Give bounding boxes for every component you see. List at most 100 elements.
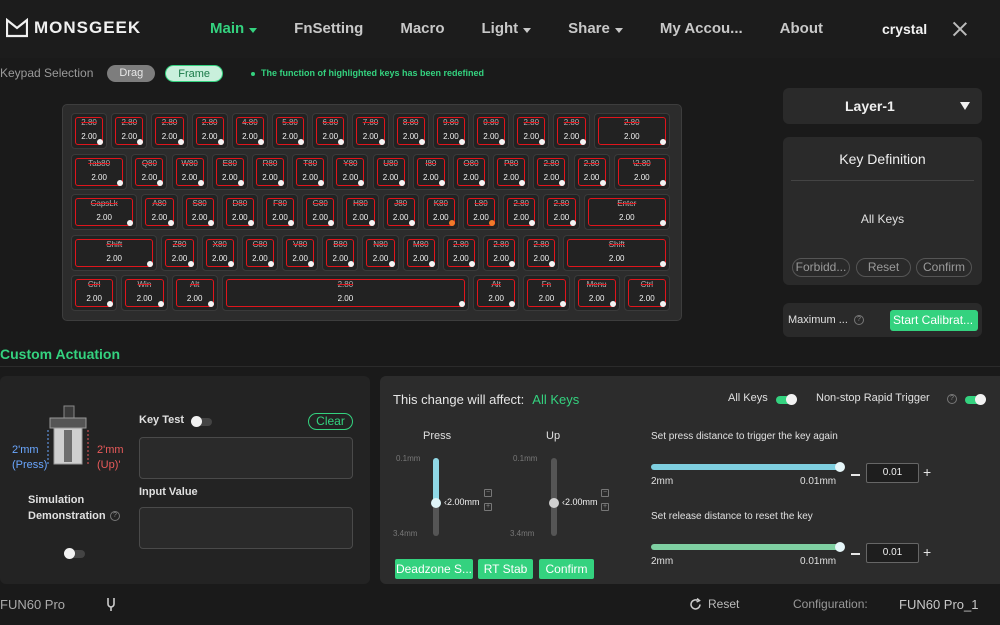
key[interactable]: 2.80 2.00: [553, 113, 590, 149]
close-icon[interactable]: [951, 20, 969, 38]
nav-item-5[interactable]: My Accou...: [660, 0, 743, 58]
actuation-confirm-button[interactable]: Confirm: [539, 559, 594, 579]
step-down-icon[interactable]: +: [601, 503, 609, 511]
key[interactable]: 2.80 2.00: [593, 113, 670, 149]
key[interactable]: 2.80 2.00: [221, 275, 469, 311]
key[interactable]: A80 2.00: [141, 194, 178, 230]
nav-item-1[interactable]: FnSetting: [294, 0, 363, 58]
key[interactable]: X80 2.00: [201, 234, 238, 271]
key[interactable]: Y80 2.00: [332, 153, 369, 190]
release-reset-input[interactable]: 0.01: [866, 543, 919, 563]
key[interactable]: 2.80 2.00: [533, 153, 570, 190]
key[interactable]: D80 2.00: [221, 194, 258, 230]
key[interactable]: P80 2.00: [493, 153, 530, 190]
key[interactable]: 2.80 2.00: [151, 113, 188, 149]
key[interactable]: R80 2.00: [251, 153, 289, 190]
decrement-icon[interactable]: [851, 474, 860, 476]
step-up-icon[interactable]: −: [601, 489, 609, 497]
clear-button[interactable]: Clear: [308, 413, 353, 430]
key-reset-button[interactable]: Reset: [856, 258, 911, 277]
user-name[interactable]: crystal: [882, 21, 927, 37]
key[interactable]: Menu 2.00: [573, 275, 620, 311]
key[interactable]: Alt 2.00: [473, 275, 520, 311]
all-keys-toggle[interactable]: [776, 394, 797, 405]
press-again-knob[interactable]: [835, 462, 845, 472]
help-icon[interactable]: ?: [854, 315, 864, 325]
forbid-button[interactable]: Forbidd...: [792, 258, 850, 277]
key[interactable]: Q80 2.00: [131, 153, 168, 190]
key[interactable]: 2.80 2.00: [442, 234, 480, 271]
press-again-slider[interactable]: [651, 462, 845, 472]
press-stepper[interactable]: − +: [484, 489, 493, 517]
key[interactable]: F80 2.00: [261, 194, 299, 230]
key[interactable]: 2.80 2.00: [513, 113, 550, 149]
key[interactable]: J80 2.00: [382, 194, 419, 230]
key[interactable]: N80 2.00: [362, 234, 399, 271]
key-test-area[interactable]: [139, 437, 353, 479]
deadzone-button[interactable]: Deadzone S...: [395, 559, 473, 579]
key[interactable]: 2.80 2.00: [71, 113, 108, 149]
key[interactable]: T80 2.00: [292, 153, 329, 190]
decrement-icon[interactable]: [851, 553, 860, 555]
key[interactable]: 6.80 2.00: [312, 113, 349, 149]
configuration-select[interactable]: FUN60 Pro_1: [899, 597, 978, 612]
key[interactable]: S80 2.00: [181, 194, 218, 230]
rt-stab-button[interactable]: RT Stab: [478, 559, 533, 579]
key[interactable]: G80 2.00: [302, 194, 339, 230]
rapid-trigger-toggle[interactable]: [965, 394, 986, 405]
key[interactable]: 0.80 2.00: [473, 113, 510, 149]
key[interactable]: Tab80 2.00: [71, 153, 128, 190]
press-slider-knob[interactable]: [431, 498, 441, 508]
key[interactable]: H80 2.00: [342, 194, 379, 230]
key[interactable]: Z80 2.00: [161, 234, 198, 271]
key[interactable]: 2.80 2.00: [111, 113, 148, 149]
key[interactable]: O80 2.00: [452, 153, 490, 190]
step-up-icon[interactable]: −: [484, 489, 492, 497]
key[interactable]: 2.80 2.00: [523, 234, 560, 271]
key[interactable]: C80 2.00: [241, 234, 279, 271]
key[interactable]: W80 2.00: [171, 153, 208, 190]
drag-mode-button[interactable]: Drag: [107, 64, 156, 82]
key[interactable]: 2.80 2.00: [573, 153, 610, 190]
key-test-toggle[interactable]: [191, 416, 212, 427]
key[interactable]: 2.80 2.00: [503, 194, 540, 230]
step-down-icon[interactable]: +: [484, 503, 492, 511]
help-icon[interactable]: ?: [110, 511, 120, 521]
key[interactable]: B80 2.00: [322, 234, 359, 271]
nav-item-2[interactable]: Macro: [400, 0, 444, 58]
increment-icon[interactable]: +: [923, 464, 931, 480]
simulation-toggle[interactable]: [64, 548, 85, 559]
key[interactable]: M80 2.00: [402, 234, 439, 271]
key[interactable]: CapsLk 2.00: [71, 194, 138, 230]
key[interactable]: Shift 2.00: [71, 234, 158, 271]
key[interactable]: Alt 2.00: [171, 275, 218, 311]
key[interactable]: 2.80 2.00: [191, 113, 228, 149]
key-confirm-button[interactable]: Confirm: [916, 258, 972, 277]
key[interactable]: \2.80 2.00: [613, 153, 670, 190]
up-slider-knob[interactable]: [549, 498, 559, 508]
key[interactable]: 9.80 2.00: [432, 113, 469, 149]
input-value-field[interactable]: [139, 507, 353, 549]
key[interactable]: Ctrl 2.00: [71, 275, 118, 311]
key[interactable]: 8.80 2.00: [392, 113, 429, 149]
key[interactable]: 4.80 2.00: [231, 113, 268, 149]
key[interactable]: Ctrl 2.00: [623, 275, 670, 311]
nav-item-6[interactable]: About: [780, 0, 823, 58]
key[interactable]: L80 2.00: [462, 194, 500, 230]
key[interactable]: Enter 2.00: [583, 194, 670, 230]
key[interactable]: E80 2.00: [211, 153, 248, 190]
release-reset-slider[interactable]: [651, 542, 845, 552]
up-stepper[interactable]: − +: [601, 489, 610, 517]
nav-item-0[interactable]: Main: [210, 0, 258, 58]
help-icon[interactable]: ?: [947, 394, 957, 404]
start-calibration-button[interactable]: Start Calibrat...: [890, 310, 978, 331]
key[interactable]: 7.80 2.00: [352, 113, 389, 149]
up-slider[interactable]: [549, 458, 559, 536]
reset-link[interactable]: Reset: [689, 597, 739, 611]
key[interactable]: K80 2.00: [422, 194, 459, 230]
press-slider[interactable]: [431, 458, 441, 536]
increment-icon[interactable]: +: [923, 544, 931, 560]
key[interactable]: 2.80 2.00: [543, 194, 580, 230]
key[interactable]: U80 2.00: [372, 153, 409, 190]
key[interactable]: Fn 2.00: [523, 275, 570, 311]
